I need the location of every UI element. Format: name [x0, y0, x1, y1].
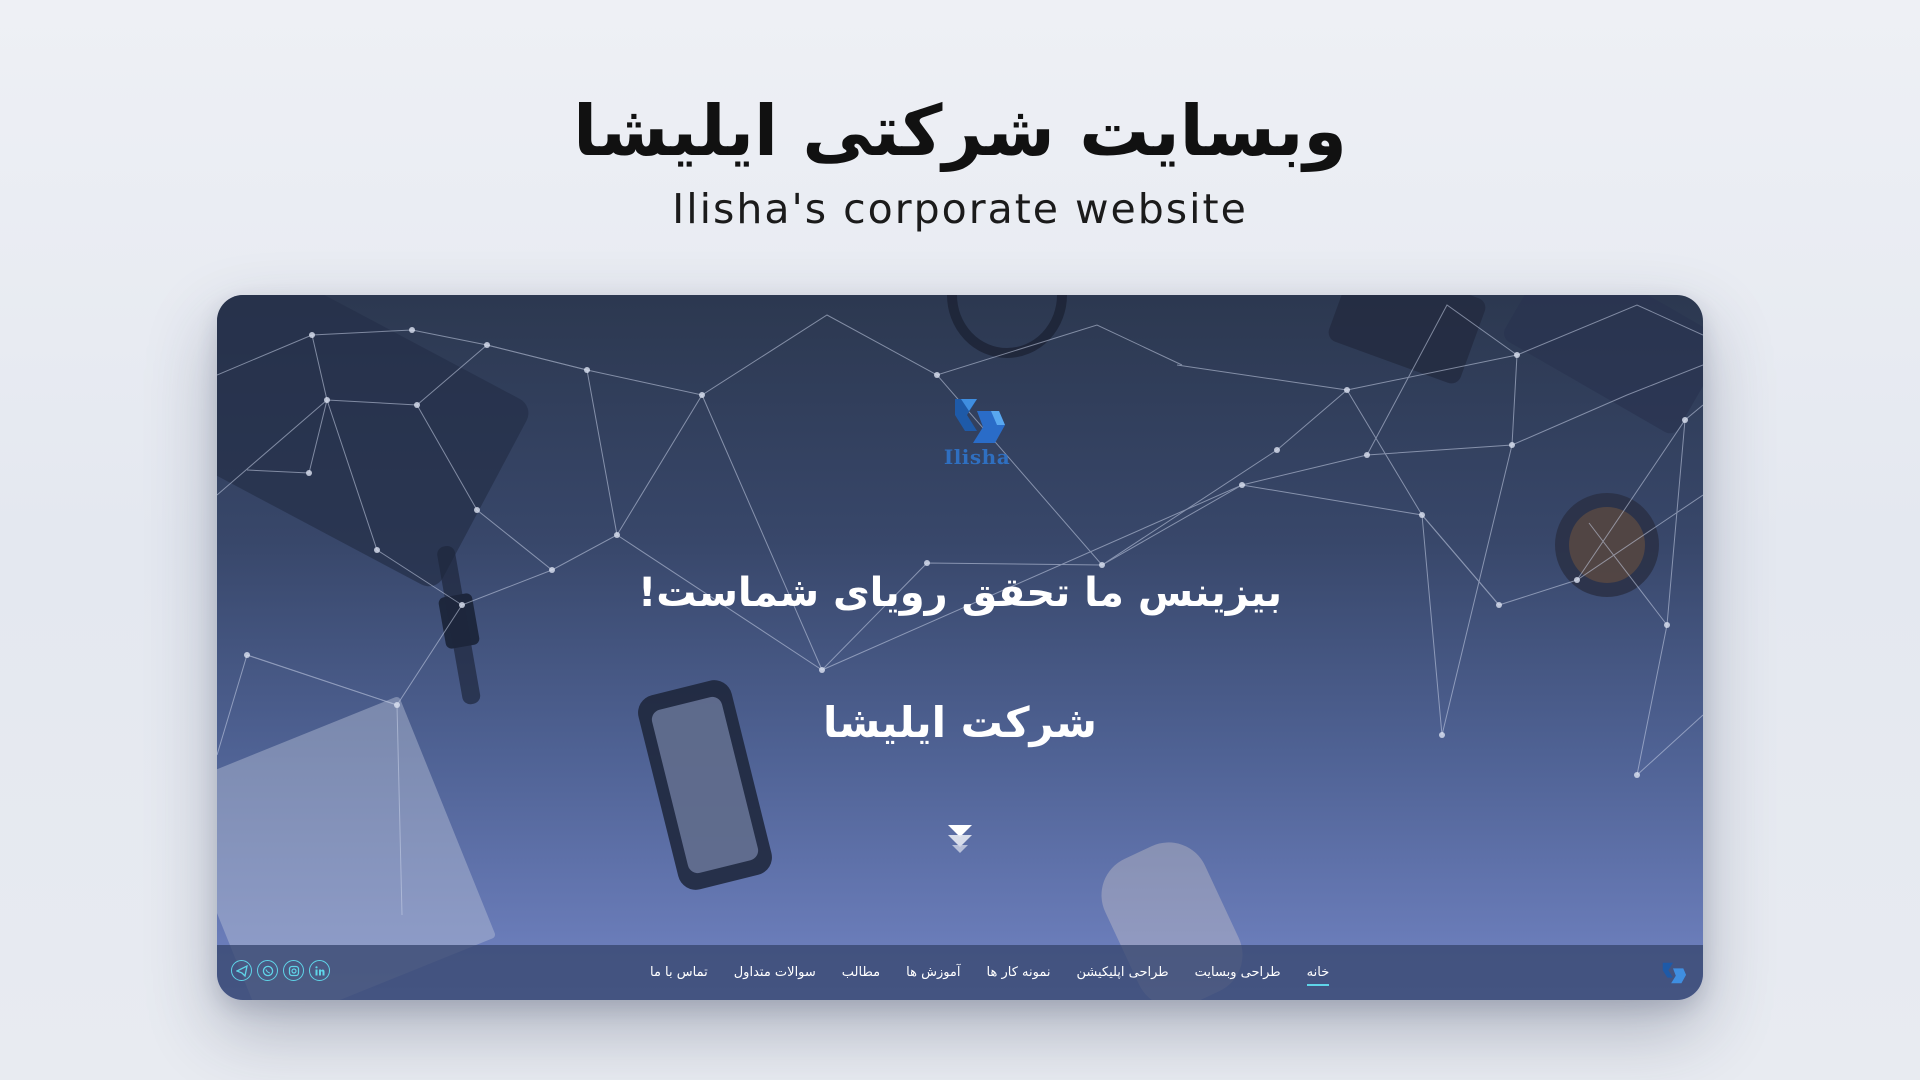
nav-item-contact[interactable]: تماس با ما: [637, 945, 721, 1000]
whatsapp-icon: [262, 965, 273, 976]
logo-icon: [955, 399, 1005, 443]
nav-item-articles[interactable]: مطالب: [829, 945, 893, 1000]
nav-item-app-design[interactable]: طراحی اپلیکیشن: [1063, 945, 1181, 1000]
page-title-persian: وبسایت شرکتی ایلیشا: [573, 90, 1348, 172]
page-title-english: Ilisha's corporate website: [672, 185, 1248, 233]
main-menu: خانه طراحی وبسایت طراحی اپلیکیشن نمونه ک…: [637, 945, 1342, 1000]
logo-icon: [1662, 962, 1687, 984]
scroll-down-button[interactable]: [945, 821, 975, 855]
linkedin-icon: [314, 965, 324, 975]
social-links: [231, 960, 330, 981]
double-chevron-down-icon: [948, 825, 972, 853]
bottom-navbar: خانه طراحی وبسایت طراحی اپلیکیشن نمونه ک…: [217, 945, 1703, 1000]
website-preview: Ilisha بیزینس ما تحقق رویای شماست! شرکت …: [217, 295, 1703, 1000]
hero-company-name: شرکت ایلیشا: [823, 698, 1097, 747]
logo-text: Ilisha: [943, 445, 1011, 469]
nav-item-tutorials[interactable]: آموزش ها: [893, 945, 973, 1000]
instagram-icon: [288, 965, 299, 976]
telegram-icon: [235, 964, 248, 977]
nav-item-website-design[interactable]: طراحی وبسایت: [1182, 945, 1294, 1000]
brand-logo: Ilisha: [932, 395, 1022, 475]
hero-headline: بیزینس ما تحقق رویای شماست!: [638, 570, 1282, 616]
navbar-logo[interactable]: [1659, 959, 1687, 987]
whatsapp-link[interactable]: [257, 960, 278, 981]
telegram-link[interactable]: [231, 960, 252, 981]
linkedin-link[interactable]: [309, 960, 330, 981]
nav-item-portfolio[interactable]: نمونه کار ها: [974, 945, 1064, 1000]
nav-item-faq[interactable]: سوالات متداول: [721, 945, 829, 1000]
instagram-link[interactable]: [283, 960, 304, 981]
page-header: وبسایت شرکتی ایلیشا Ilisha's corporate w…: [0, 86, 1920, 234]
nav-item-home[interactable]: خانه: [1294, 945, 1343, 1000]
